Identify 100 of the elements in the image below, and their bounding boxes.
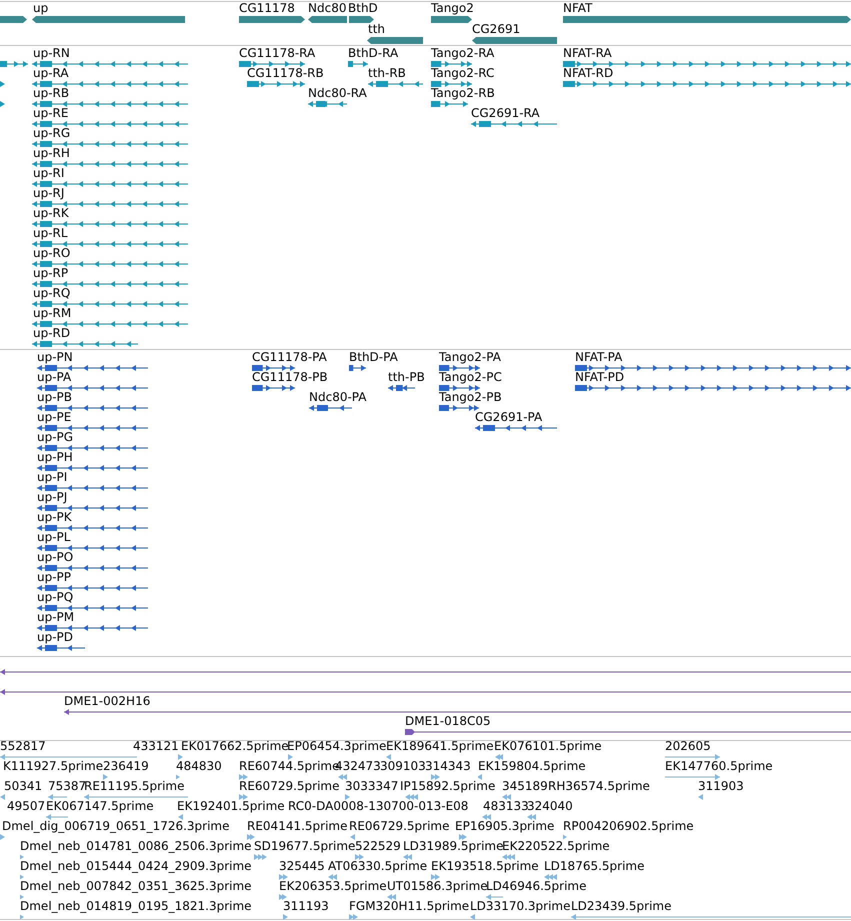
protein-label: Tango2-PB <box>439 390 502 404</box>
transcript-label: up-RN <box>33 46 70 60</box>
est-label: 75387 <box>48 779 86 793</box>
est-label: 483133 <box>483 799 529 813</box>
transcript-label: CG2691-RA <box>471 106 540 120</box>
est-label: Dmel_neb_014781_0086_2506.3prime <box>20 839 252 853</box>
est-label: RE04141.5prime <box>247 819 348 833</box>
gene-label: up <box>33 1 48 15</box>
transcript-label: up-RH <box>33 146 70 160</box>
est-label: EP16905.3prime <box>455 819 554 833</box>
est-label: RH36574.5prime <box>548 779 650 793</box>
transcript-label: NFAT-RA <box>563 46 612 60</box>
est-label: Dmel_neb_007842_0351_3625.3prime <box>20 879 252 893</box>
est-label: 325445 <box>279 859 325 873</box>
protein-label: up-PJ <box>37 490 68 504</box>
est-label: 314343 <box>425 759 471 773</box>
est-label: LD23439.5prime <box>571 899 672 913</box>
est-label: Dmel_dig_006719_0651_1726.3prime <box>2 819 230 833</box>
gene-label: BthD <box>348 1 378 15</box>
protein-label: up-PP <box>37 570 72 584</box>
gene-label: NFAT <box>563 1 592 15</box>
gene-label: Ndc80 <box>308 1 346 15</box>
protein-label: CG2691-PA <box>475 410 542 424</box>
transcript-label: up-RJ <box>33 186 64 200</box>
est-label: 433121 <box>133 739 179 753</box>
protein-label: CG11178-PB <box>252 370 328 384</box>
protein-label: up-PQ <box>37 590 74 604</box>
est-label: UT01586.3prime <box>387 879 488 893</box>
est-label: 552817 <box>0 739 46 753</box>
est-label: 324040 <box>527 799 573 813</box>
transcript-label: up-RO <box>33 246 70 260</box>
est-label: EK017662.5prime <box>181 739 289 753</box>
est-label: EK147760.5prime <box>665 759 773 773</box>
est-label: EK206353.5prime <box>279 879 387 893</box>
est-label: 311903 <box>698 779 744 793</box>
transcript-label: up-RE <box>33 106 68 120</box>
gene-label: CG2691 <box>472 22 520 36</box>
transcript-label: up-RD <box>33 326 70 340</box>
protein-label: up-PO <box>37 550 74 564</box>
est-label: 345189 <box>502 779 548 793</box>
est-label: RE06729.5prime <box>349 819 450 833</box>
transcript-label: Tango2-RC <box>431 66 494 80</box>
transcript-label: tth-RB <box>368 66 406 80</box>
est-label: Dmel_neb_014819_0195_1821.3prime <box>20 899 252 913</box>
est-label: SD19677.5prime <box>254 839 356 853</box>
est-label: EK067147.5prime <box>46 799 154 813</box>
protein-label: up-PA <box>37 370 72 384</box>
protein-label: up-PB <box>37 390 72 404</box>
est-label: RE60729.5prime <box>239 779 340 793</box>
est-label: LD31989.5prime <box>403 839 504 853</box>
est-label: Dmel_neb_015444_0424_2909.3prime <box>20 859 252 873</box>
est-label: LD46946.5prime <box>486 879 587 893</box>
transcript-label: up-RG <box>33 126 70 140</box>
clone-label: DME1-018C05 <box>405 714 491 728</box>
est-label: LD18765.5prime <box>544 859 645 873</box>
est-label: 49507 <box>7 799 46 813</box>
protein-label: tth-PB <box>388 370 425 384</box>
protein-label: BthD-PA <box>349 350 398 364</box>
protein-label: up-PI <box>37 470 68 484</box>
est-label: EP06454.3prime <box>287 739 386 753</box>
transcript-label: up-RK <box>33 206 69 220</box>
est-label: EK192401.5prime <box>177 799 285 813</box>
est-label: 236419 <box>103 759 149 773</box>
transcript-label: up-RQ <box>33 286 70 300</box>
transcript-label: Ndc80-RA <box>308 86 367 100</box>
clone-label: DME1-002H16 <box>64 694 150 708</box>
est-label: AT06330.5prime <box>328 859 428 873</box>
transcript-label: up-RL <box>33 226 68 240</box>
protein-label: Tango2-PA <box>439 350 501 364</box>
protein-label: up-PH <box>37 450 73 464</box>
protein-label: Tango2-PC <box>439 370 502 384</box>
transcript-label: up-RI <box>33 166 64 180</box>
est-label: EK220522.5prime <box>502 839 610 853</box>
est-label: 309103 <box>380 759 426 773</box>
est-label: LD33170.3prime <box>470 899 571 913</box>
protein-label: up-PK <box>37 510 72 524</box>
est-label: RP004206902.5prime <box>563 819 694 833</box>
est-label: EK076101.5prime <box>494 739 602 753</box>
protein-label: Ndc80-PA <box>309 390 366 404</box>
est-label: 202605 <box>665 739 711 753</box>
protein-label: up-PM <box>37 610 74 624</box>
gene-label: CG11178 <box>239 1 295 15</box>
protein-label: up-PN <box>37 350 73 364</box>
transcript-label: Tango2-RA <box>431 46 494 60</box>
est-label: K111927.5prime <box>3 759 104 773</box>
est-label: 311193 <box>283 899 329 913</box>
est-label: 50341 <box>4 779 42 793</box>
transcript-label: Tango2-RB <box>431 86 495 100</box>
transcript-label: up-RM <box>33 306 72 320</box>
gene-label: tth <box>368 22 386 36</box>
gene-label: Tango2 <box>431 1 474 15</box>
est-label: IP15892.5prime <box>400 779 496 793</box>
est-label: RC0-DA0008-130700-013-E08 <box>288 799 468 813</box>
protein-label: up-PG <box>37 430 74 444</box>
est-label: FGM320H11.5prime <box>349 899 470 913</box>
protein-label: up-PL <box>37 530 70 544</box>
transcript-label: NFAT-RD <box>563 66 614 80</box>
transcript-label: CG11178-RB <box>247 66 324 80</box>
protein-label: up-PE <box>37 410 72 424</box>
est-label: 484830 <box>176 759 222 773</box>
